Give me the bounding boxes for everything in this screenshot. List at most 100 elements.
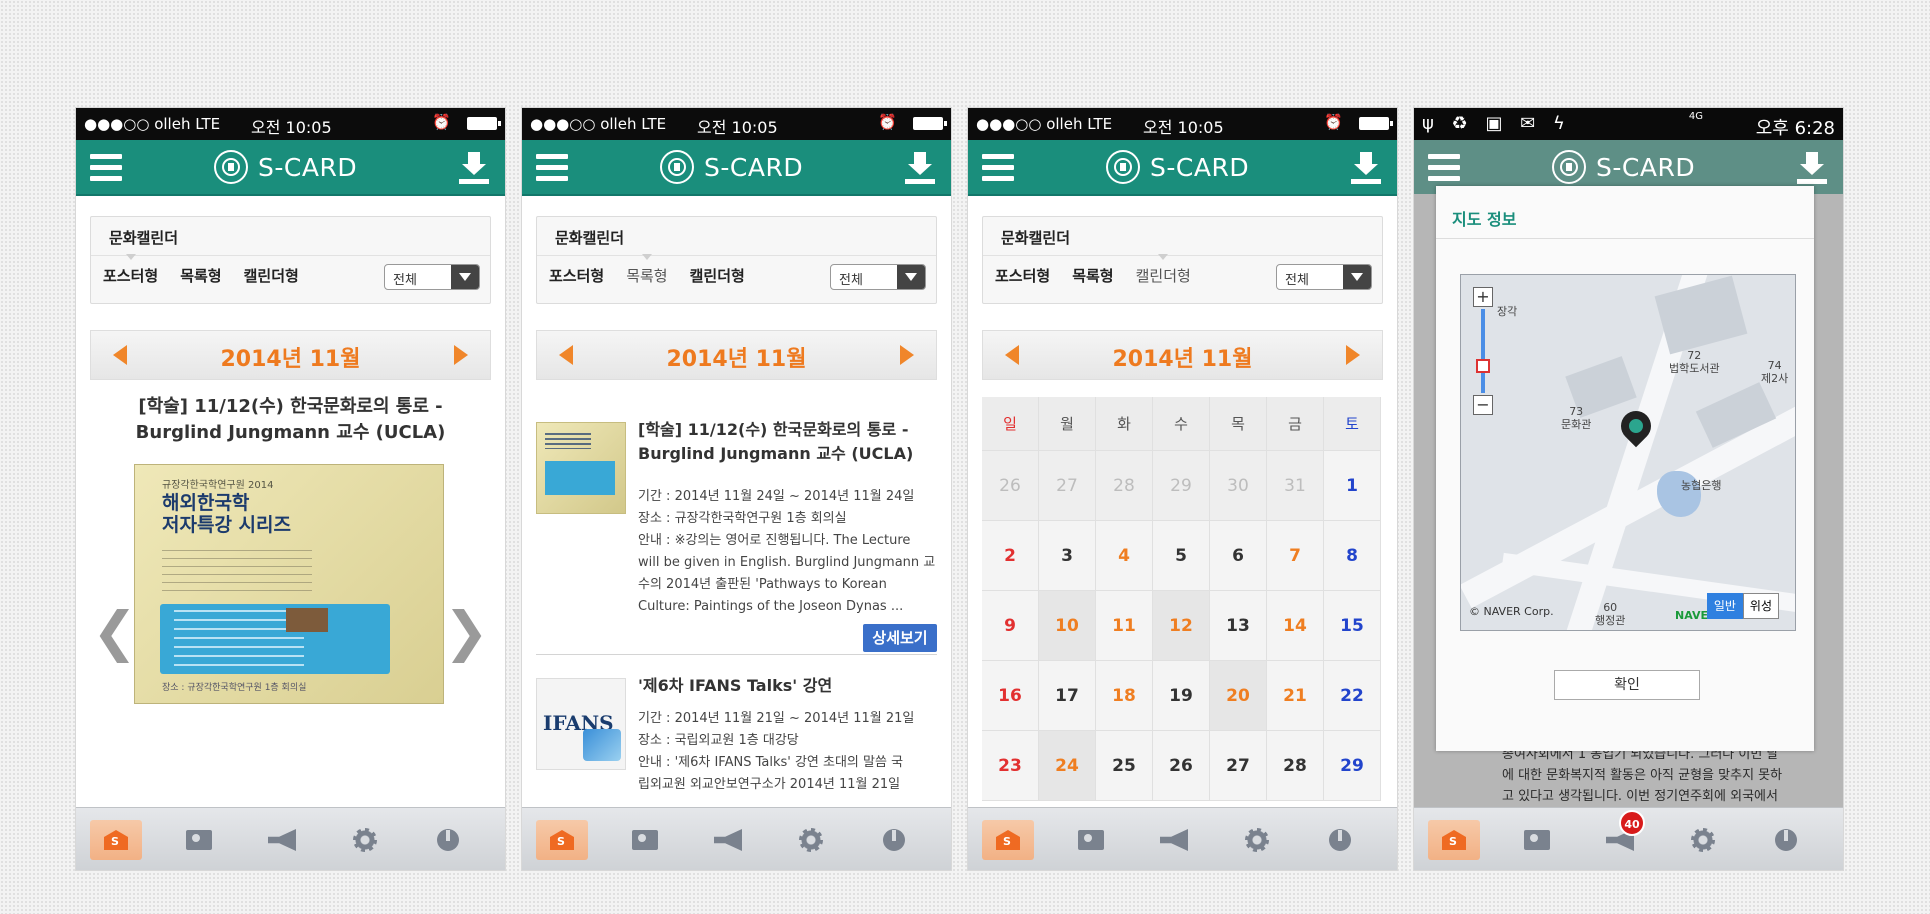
- calendar-day[interactable]: 17: [1039, 661, 1096, 731]
- nav-notice[interactable]: [1148, 820, 1200, 860]
- tab-list[interactable]: 목록형: [180, 265, 221, 286]
- tab-list[interactable]: 목록형: [1072, 265, 1113, 286]
- poster-title[interactable]: [학술] 11/12(수) 한국문화로의 통로 - Burglind Jungm…: [96, 394, 485, 446]
- tab-calendar[interactable]: 캘린더형: [1136, 254, 1191, 286]
- tab-poster[interactable]: 포스터형: [549, 265, 604, 286]
- chevron-left-icon[interactable]: ❮: [92, 600, 137, 663]
- tab-poster[interactable]: 포스터형: [103, 254, 158, 286]
- nav-logout[interactable]: [1314, 820, 1366, 860]
- zoom-in-button[interactable]: +: [1473, 287, 1493, 307]
- nav-logout[interactable]: [1760, 820, 1812, 860]
- calendar-day-event[interactable]: 7: [1267, 521, 1324, 591]
- zoom-out-button[interactable]: −: [1473, 395, 1493, 415]
- zoom-slider-handle[interactable]: [1476, 359, 1490, 373]
- nav-notice[interactable]: 40: [1594, 810, 1646, 860]
- calendar-day[interactable]: 28: [1096, 451, 1153, 521]
- calendar-day[interactable]: 31: [1267, 451, 1324, 521]
- calendar-day[interactable]: 5: [1153, 521, 1210, 591]
- zoom-control[interactable]: + −: [1473, 287, 1495, 417]
- detail-button[interactable]: 상세보기: [863, 624, 937, 652]
- calendar-day[interactable]: 2: [982, 521, 1039, 591]
- calendar-day-event[interactable]: 21: [1267, 661, 1324, 731]
- calendar-day[interactable]: 13: [1210, 591, 1267, 661]
- calendar-day-event[interactable]: 10: [1039, 591, 1096, 661]
- chevron-right-icon[interactable]: ❯: [444, 600, 489, 663]
- list-item[interactable]: IFANS '제6차 IFANS Talks' 강연 기간 : 2014년 11…: [536, 674, 937, 814]
- menu-icon[interactable]: [536, 154, 568, 182]
- menu-icon[interactable]: [982, 154, 1014, 182]
- calendar-day[interactable]: 23: [982, 731, 1039, 801]
- calendar-day[interactable]: 22: [1324, 661, 1381, 731]
- tab-calendar[interactable]: 캘린더형: [244, 265, 299, 286]
- nav-settings[interactable]: [339, 820, 391, 860]
- next-month-arrow-icon[interactable]: [1346, 345, 1360, 365]
- map-view[interactable]: 장각 72 법학도서관 74 제2사 73 문화관 농협은행 60 행정관 NA…: [1460, 274, 1796, 631]
- calendar-day[interactable]: 19: [1153, 661, 1210, 731]
- nav-notice[interactable]: [256, 820, 308, 860]
- filter-select[interactable]: 전체: [830, 264, 926, 290]
- tab-poster[interactable]: 포스터형: [995, 265, 1050, 286]
- calendar-day[interactable]: 15: [1324, 591, 1381, 661]
- event-place: 장소 : 국립외교원 1층 대강당: [638, 733, 799, 748]
- next-month-arrow-icon[interactable]: [900, 345, 914, 365]
- nav-home[interactable]: [1428, 820, 1480, 860]
- menu-icon[interactable]: [1428, 154, 1460, 182]
- confirm-button[interactable]: 확인: [1554, 670, 1700, 700]
- calendar-day-event[interactable]: 12: [1153, 591, 1210, 661]
- nav-logout[interactable]: [422, 820, 474, 860]
- filter-select[interactable]: 전체: [384, 264, 480, 290]
- calendar-day[interactable]: 3: [1039, 521, 1096, 591]
- nav-settings[interactable]: [1677, 820, 1729, 860]
- list-item[interactable]: [학술] 11/12(수) 한국문화로의 통로 - Burglind Jungm…: [536, 418, 937, 652]
- nav-notice[interactable]: [702, 820, 754, 860]
- chevron-down-icon: [1343, 265, 1371, 289]
- nav-home[interactable]: [536, 820, 588, 860]
- nav-card[interactable]: [1511, 820, 1563, 860]
- calendar-day-event[interactable]: 18: [1096, 661, 1153, 731]
- nav-card[interactable]: [173, 820, 225, 860]
- calendar-day[interactable]: 16: [982, 661, 1039, 731]
- calendar-day-event[interactable]: 11: [1096, 591, 1153, 661]
- menu-icon[interactable]: [90, 154, 122, 182]
- calendar-day[interactable]: 26: [982, 451, 1039, 521]
- tab-calendar[interactable]: 캘린더형: [690, 265, 745, 286]
- calendar-day[interactable]: 9: [982, 591, 1039, 661]
- event-poster-image[interactable]: 규장각한국학연구원 2014 해외한국학 저자특강 시리즈 장소 : 규장각한국…: [134, 464, 444, 704]
- calendar-day[interactable]: 27: [1039, 451, 1096, 521]
- view-tabs: 포스터형 목록형 캘린더형: [103, 254, 321, 286]
- download-icon[interactable]: [1351, 152, 1381, 184]
- next-month-arrow-icon[interactable]: [454, 345, 468, 365]
- download-icon[interactable]: [459, 152, 489, 184]
- calendar-day-event[interactable]: 14: [1267, 591, 1324, 661]
- tab-list[interactable]: 목록형: [626, 254, 668, 286]
- map-type-satellite-button[interactable]: 위성: [1742, 593, 1779, 619]
- nav-card[interactable]: [1065, 820, 1117, 860]
- calendar-day[interactable]: 28: [1267, 731, 1324, 801]
- filter-select[interactable]: 전체: [1276, 264, 1372, 290]
- calendar-day[interactable]: 6: [1210, 521, 1267, 591]
- calendar-day-event[interactable]: 20: [1210, 661, 1267, 731]
- calendar-day[interactable]: 29: [1324, 731, 1381, 801]
- download-icon[interactable]: [905, 152, 935, 184]
- calendar-day[interactable]: 29: [1153, 451, 1210, 521]
- nav-card[interactable]: [619, 820, 671, 860]
- id-card-icon: [632, 830, 658, 850]
- home-icon: [104, 830, 128, 850]
- calendar-day[interactable]: 26: [1153, 731, 1210, 801]
- view-tabs: 포스터형 목록형 캘린더형: [995, 254, 1213, 286]
- calendar-day-event[interactable]: 4: [1096, 521, 1153, 591]
- nav-home[interactable]: [90, 820, 142, 860]
- nav-logout[interactable]: [868, 820, 920, 860]
- map-type-normal-button[interactable]: 일반: [1706, 593, 1743, 619]
- calendar-day-event[interactable]: 24: [1039, 731, 1096, 801]
- calendar-section: 문화캘린더 포스터형 목록형 캘린더형 전체: [536, 216, 937, 304]
- calendar-day[interactable]: 27: [1210, 731, 1267, 801]
- nav-home[interactable]: [982, 820, 1034, 860]
- calendar-day[interactable]: 1: [1324, 451, 1381, 521]
- download-icon[interactable]: [1797, 152, 1827, 184]
- nav-settings[interactable]: [1231, 820, 1283, 860]
- calendar-day[interactable]: 25: [1096, 731, 1153, 801]
- calendar-day[interactable]: 8: [1324, 521, 1381, 591]
- calendar-day[interactable]: 30: [1210, 451, 1267, 521]
- nav-settings[interactable]: [785, 820, 837, 860]
